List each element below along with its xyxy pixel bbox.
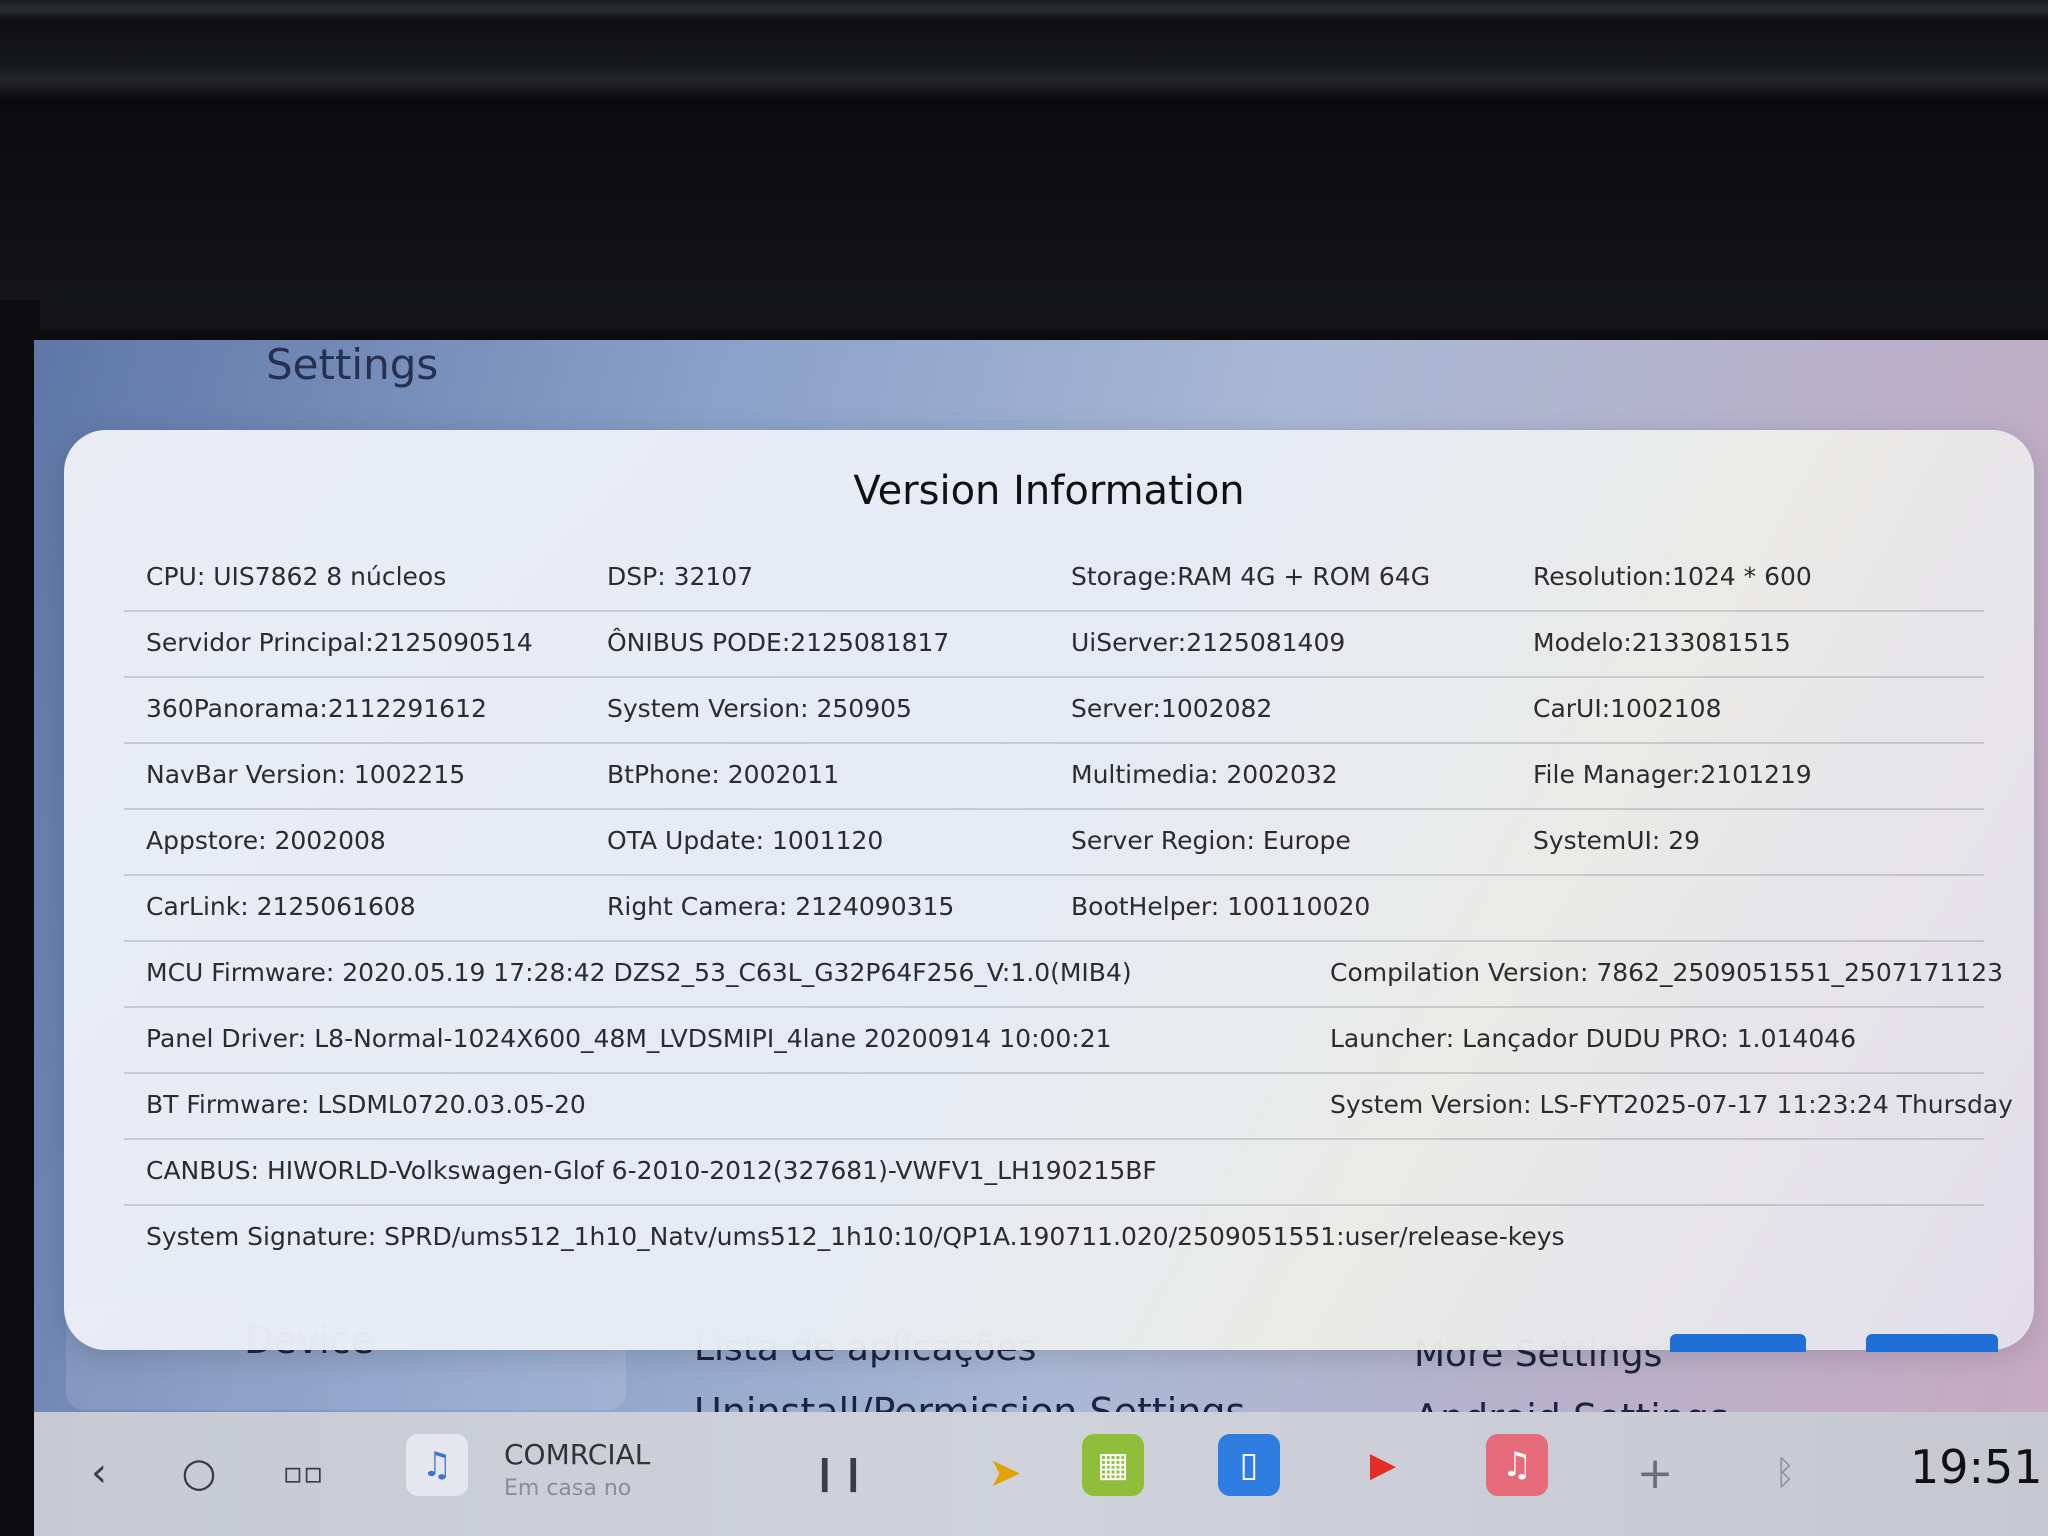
boothelper-value: BootHelper: 100110020 [1071,892,1371,921]
bus-can-value: ÔNIBUS PODE:2125081817 [607,628,950,657]
info-row: Panel Driver: L8-Normal-1024X600_48M_LVD… [124,1008,1984,1074]
carui-value: CarUI:1002108 [1533,694,1722,723]
dialog-title: Version Information [853,468,1245,514]
canbus-value: CANBUS: HIWORLD-Volkswagen-Glof 6-2010-2… [146,1156,1157,1185]
version-info-grid: CPU: UIS7862 8 núcleos DSP: 32107 Storag… [124,546,2013,1272]
media-title[interactable]: COMRCIAL [504,1438,650,1471]
home-icon[interactable]: ○ [164,1438,234,1508]
apps-icon[interactable]: ▫▫ [268,1438,338,1508]
dsp-value: DSP: 32107 [607,562,754,591]
resolution-value: Resolution:1024 * 600 [1533,562,1812,591]
mcu-firmware-value: MCU Firmware: 2020.05.19 17:28:42 DZS2_5… [146,958,1132,987]
info-row: MCU Firmware: 2020.05.19 17:28:42 DZS2_5… [124,942,2003,1008]
server-value: Server:1002082 [1071,694,1273,723]
navbar-version-value: NavBar Version: 1002215 [146,760,466,789]
phone-app-icon[interactable]: ▯ [1218,1434,1280,1496]
info-row: Servidor Principal:2125090514 ÔNIBUS POD… [124,612,1984,678]
multimedia-value: Multimedia: 2002032 [1071,760,1338,789]
dialog-button-right[interactable] [1866,1334,1998,1352]
bottom-navbar: ‹ ○ ▫▫ ♫ COMRCIAL Em casa no ❙❙ ➤ ▦ ▯ ▶ … [34,1412,2048,1536]
info-row: System Signature: SPRD/ums512_1h10_Natv/… [124,1206,1984,1272]
system-version-value: System Version: 250905 [607,694,912,723]
system-signature-value: System Signature: SPRD/ums512_1h10_Natv/… [146,1222,1565,1251]
media-subtitle: Em casa no [504,1476,632,1501]
systemui-value: SystemUI: 29 [1533,826,1701,855]
panel-driver-value: Panel Driver: L8-Normal-1024X600_48M_LVD… [146,1024,1112,1053]
pause-icon[interactable]: ❙❙ [804,1438,874,1508]
uiserver-value: UiServer:2125081409 [1071,628,1346,657]
version-info-dialog: Version Information CPU: UIS7862 8 núcle… [64,430,2034,1352]
model-value: Modelo:2133081515 [1533,628,1791,657]
info-row: BT Firmware: LSDML0720.03.05-20 System V… [124,1074,2013,1140]
file-manager-value: File Manager:2101219 [1533,760,1812,789]
btphone-value: BtPhone: 2002011 [607,760,840,789]
system-version-full-value: System Version: LS-FYT2025-07-17 11:23:2… [1330,1090,2013,1119]
ota-update-value: OTA Update: 1001120 [607,826,884,855]
add-icon[interactable]: + [1620,1438,1690,1508]
back-icon[interactable]: ‹ [64,1438,134,1508]
youtube-icon[interactable]: ▶ [1352,1434,1414,1496]
bluetooth-icon: ᛒ [1774,1453,1796,1493]
appstore-value: Appstore: 2002008 [146,826,386,855]
compilation-version-value: Compilation Version: 7862_2509051551_250… [1330,958,2004,987]
head-unit-screen: Settings Device Lista de aplicações Unin… [34,340,2048,1536]
dashboard-bezel [0,0,2048,330]
cpu-value: CPU: UIS7862 8 núcleos [146,562,447,591]
settings-title: Settings [266,340,439,389]
music-icon[interactable]: ♫ [406,1434,468,1496]
server-region-value: Server Region: Europe [1071,826,1351,855]
bt-firmware-value: BT Firmware: LSDML0720.03.05-20 [146,1090,586,1119]
info-row: CPU: UIS7862 8 núcleos DSP: 32107 Storag… [124,546,1984,612]
launcher-value: Launcher: Lançador DUDU PRO: 1.014046 [1330,1024,1857,1053]
right-camera-value: Right Camera: 2124090315 [607,892,955,921]
info-row: CANBUS: HIWORLD-Volkswagen-Glof 6-2010-2… [124,1140,1984,1206]
clock: 19:51 [1910,1440,2043,1494]
carlink-value: CarLink: 2125061608 [146,892,416,921]
storage-value: Storage:RAM 4G + ROM 64G [1071,562,1431,591]
info-row: NavBar Version: 1002215 BtPhone: 2002011… [124,744,1984,810]
info-row: 360Panorama:2112291612 System Version: 2… [124,678,1984,744]
info-row: Appstore: 2002008 OTA Update: 1001120 Se… [124,810,1984,876]
dialog-button-left[interactable] [1670,1334,1806,1352]
navigation-icon[interactable]: ➤ [970,1438,1040,1508]
panorama-value: 360Panorama:2112291612 [146,694,487,723]
main-server-value: Servidor Principal:2125090514 [146,628,533,657]
info-row: CarLink: 2125061608 Right Camera: 212409… [124,876,1984,942]
music-app-icon[interactable]: ♫ [1486,1434,1548,1496]
app-grid-icon[interactable]: ▦ [1082,1434,1144,1496]
